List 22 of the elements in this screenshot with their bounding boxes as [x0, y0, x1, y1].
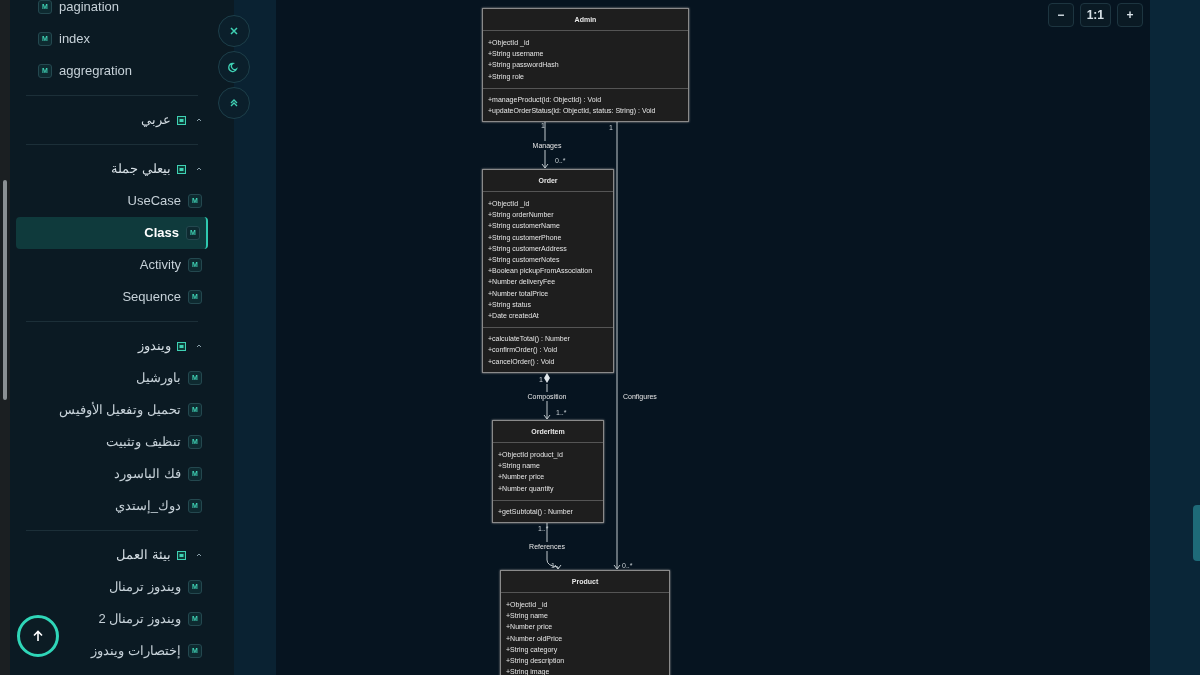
folder-icon: [177, 164, 186, 174]
chevrons-up-icon: [228, 97, 240, 109]
folder-icon: [177, 341, 186, 351]
folder-row[interactable]: عربي: [16, 104, 208, 136]
folder-row[interactable]: بيعلي جملة: [16, 153, 208, 185]
chevron-icon[interactable]: [195, 552, 203, 558]
zoom-button[interactable]: −: [1047, 3, 1074, 27]
folder-icon: [177, 550, 186, 560]
arrow-up-icon: [32, 630, 44, 642]
folder-row[interactable]: بيئة العمل: [16, 539, 208, 571]
zoom-button[interactable]: 1:1: [1079, 3, 1111, 27]
folder-row[interactable]: ويندوز: [16, 330, 208, 362]
close-icon: [228, 25, 240, 37]
moon-icon: [228, 61, 240, 73]
chevron-icon[interactable]: [195, 166, 203, 172]
chevron-icon[interactable]: [195, 117, 203, 123]
chevron-icon[interactable]: [195, 343, 203, 349]
folder-icon: [177, 115, 186, 125]
sidebar-scrollbar[interactable]: [0, 0, 10, 675]
page-scrollbar-thumb[interactable]: [1193, 505, 1200, 561]
scrollbar-thumb[interactable]: [3, 180, 7, 400]
zoom-button[interactable]: +: [1117, 3, 1143, 27]
